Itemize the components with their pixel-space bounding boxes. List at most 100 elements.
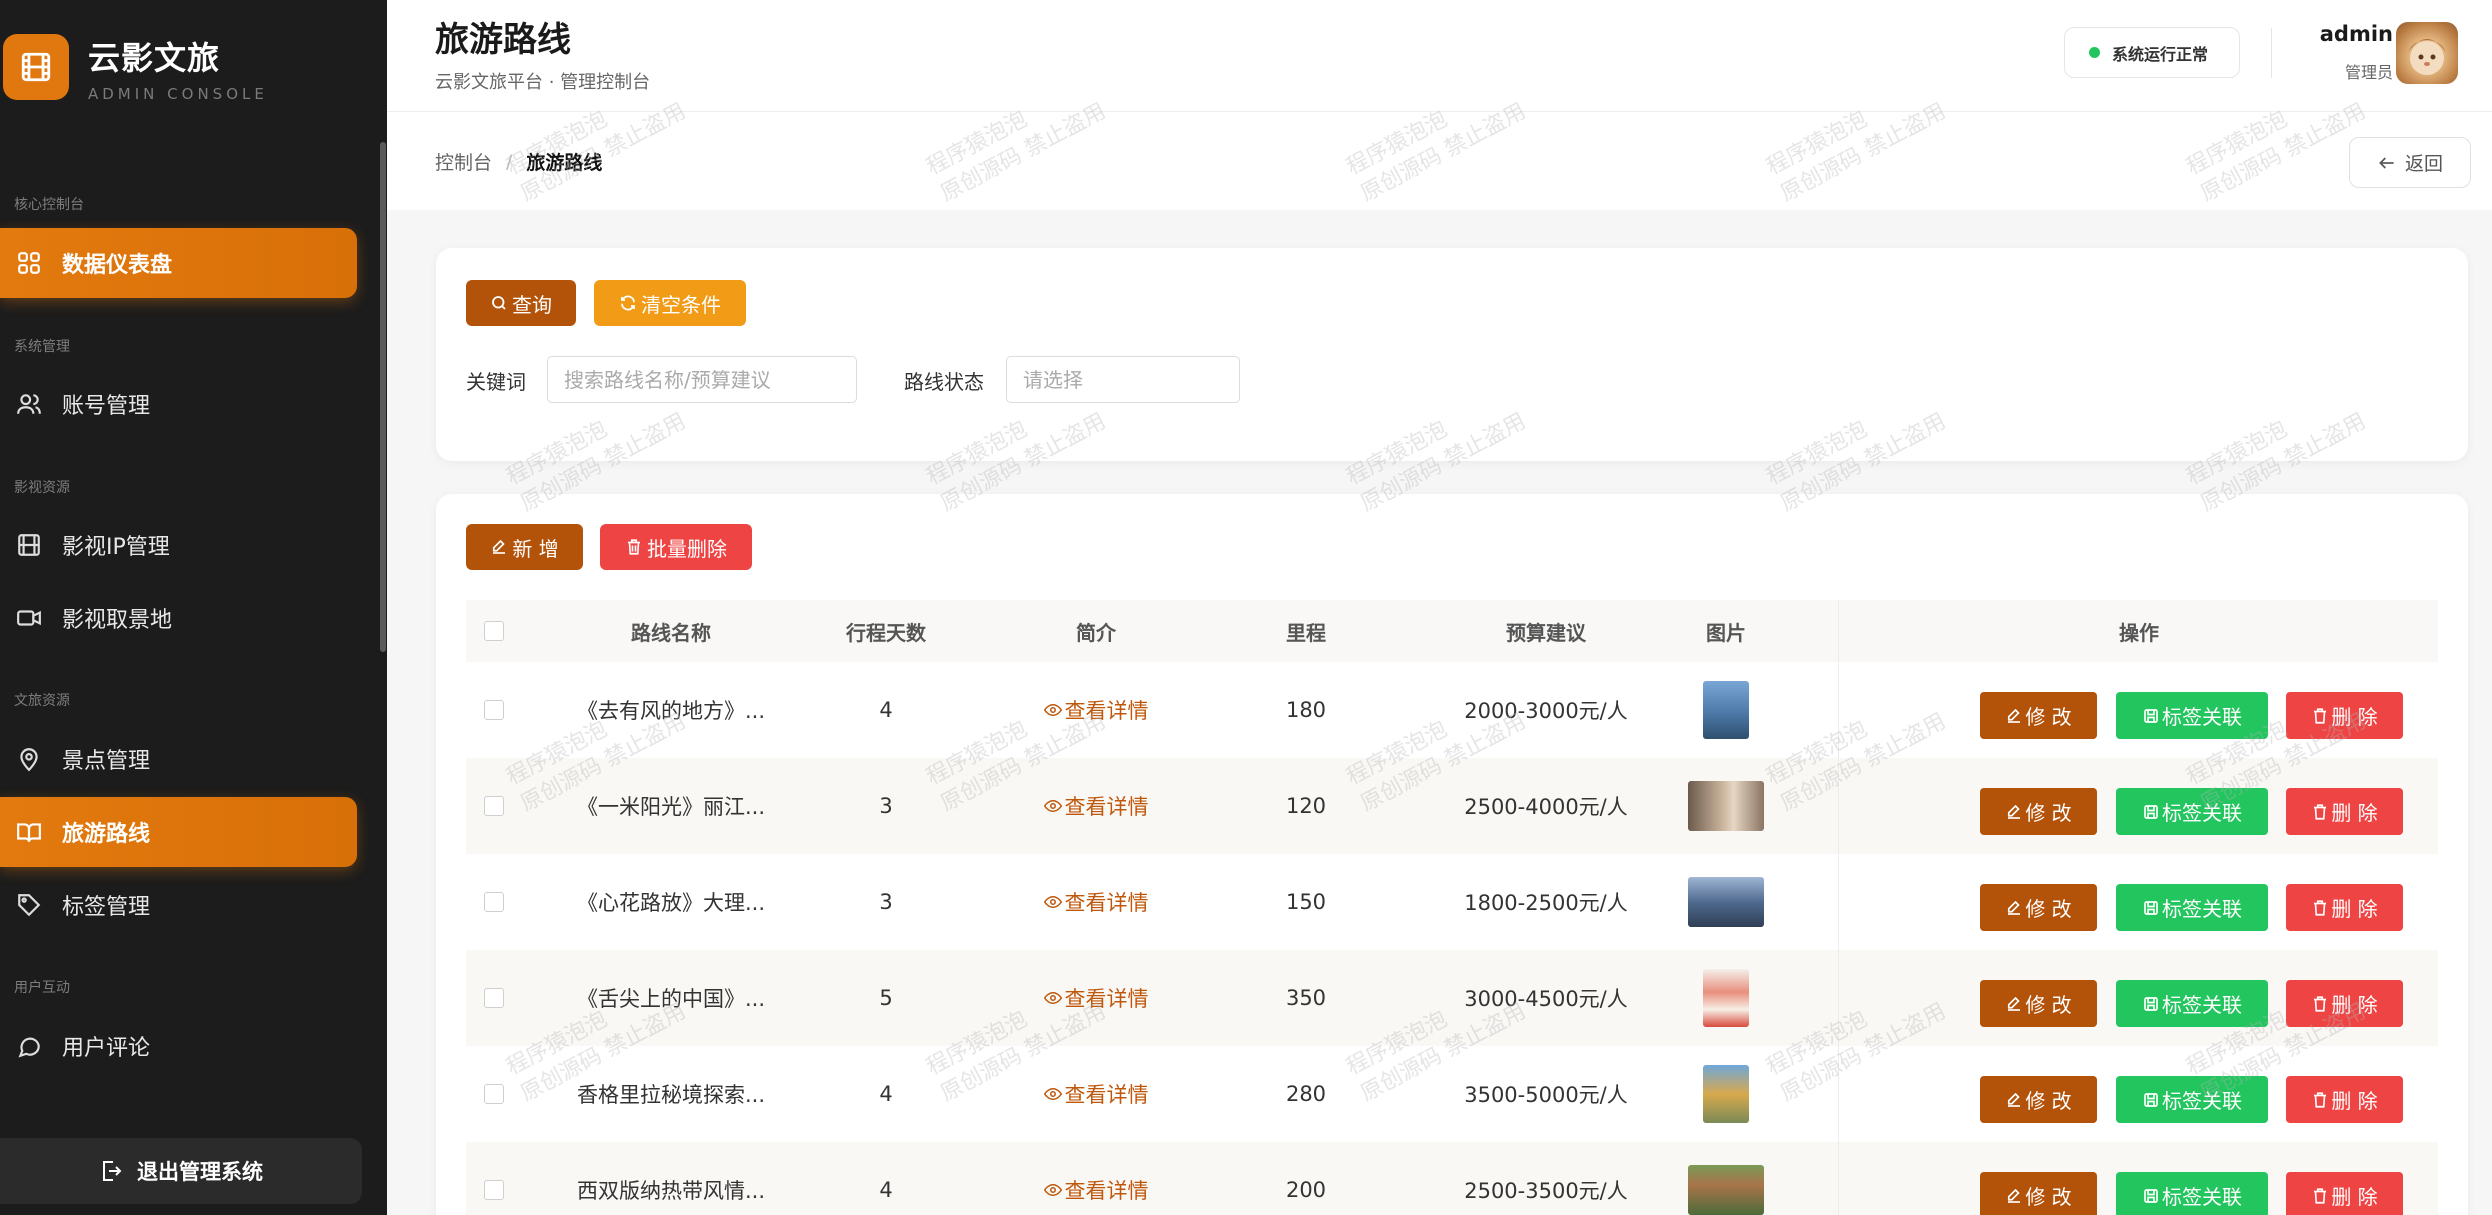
sidebar-item-comments[interactable]: 用户评论 bbox=[0, 1011, 357, 1081]
tag-link-button[interactable]: 标签关联 bbox=[2116, 980, 2268, 1027]
delete-button[interactable]: 删 除 bbox=[2286, 884, 2403, 931]
sidebar-item-dashboard[interactable]: 数据仪表盘 bbox=[0, 228, 357, 298]
sidebar: 云影文旅 ADMIN CONSOLE 核心控制台 数据仪表盘 系统管理 账号管理… bbox=[0, 0, 387, 1215]
select-all-checkbox[interactable] bbox=[484, 621, 504, 641]
detail-cell: 查看详情 bbox=[1006, 1142, 1186, 1215]
delete-button[interactable]: 删 除 bbox=[2286, 1076, 2403, 1123]
route-days: 4 bbox=[879, 1082, 893, 1106]
table-header: 路线名称 行程天数 简介 里程 预算建议 图片 操作 bbox=[466, 600, 2438, 662]
menu-group-label: 影视资源 bbox=[14, 480, 70, 496]
video-icon bbox=[16, 605, 42, 631]
breadcrumb-home[interactable]: 控制台 bbox=[435, 148, 492, 175]
status-text: 系统运行正常 bbox=[2112, 44, 2209, 64]
edit-button[interactable]: 修 改 bbox=[1980, 1076, 2097, 1123]
avatar[interactable] bbox=[2396, 22, 2458, 84]
delete-label: 删 除 bbox=[2331, 1185, 2378, 1209]
edit-button[interactable]: 修 改 bbox=[1980, 884, 2097, 931]
sidebar-item-film-ip[interactable]: 影视IP管理 bbox=[0, 510, 357, 580]
sidebar-item-attractions[interactable]: 景点管理 bbox=[0, 724, 357, 794]
tag-link-label: 标签关联 bbox=[2162, 705, 2242, 729]
view-detail-label: 查看详情 bbox=[1064, 699, 1149, 723]
keyword-input[interactable] bbox=[547, 356, 857, 403]
route-name: 《去有风的地方》... bbox=[576, 699, 766, 723]
route-days: 3 bbox=[879, 890, 893, 914]
delete-button[interactable]: 删 除 bbox=[2286, 980, 2403, 1027]
table-row: 《一米阳光》丽江... 3 查看详情 120 2500-4000元/人 修 改 … bbox=[466, 758, 2438, 854]
row-checkbox[interactable] bbox=[484, 1180, 504, 1200]
route-image[interactable] bbox=[1688, 1165, 1764, 1215]
edit-label: 修 改 bbox=[2025, 801, 2072, 825]
view-detail-link[interactable]: 查看详情 bbox=[1043, 1079, 1149, 1109]
tag-link-button[interactable]: 标签关联 bbox=[2116, 1076, 2268, 1123]
image-cell bbox=[1666, 758, 1786, 854]
view-detail-label: 查看详情 bbox=[1064, 891, 1149, 915]
route-days: 4 bbox=[879, 698, 893, 722]
view-detail-link[interactable]: 查看详情 bbox=[1043, 983, 1149, 1013]
user-role: 管理员 bbox=[2344, 63, 2393, 82]
tag-link-button[interactable]: 标签关联 bbox=[2116, 788, 2268, 835]
table-row: 《去有风的地方》... 4 查看详情 180 2000-3000元/人 修 改 … bbox=[466, 662, 2438, 758]
add-label: 新 增 bbox=[512, 536, 559, 561]
view-detail-link[interactable]: 查看详情 bbox=[1043, 1175, 1149, 1205]
logout-button[interactable]: 退出管理系统 bbox=[0, 1138, 362, 1204]
sidebar-scrollbar[interactable] bbox=[380, 142, 386, 652]
edit-button[interactable]: 修 改 bbox=[1980, 692, 2097, 739]
query-button[interactable]: 查询 bbox=[466, 280, 576, 326]
sidebar-item-accounts[interactable]: 账号管理 bbox=[0, 369, 357, 439]
route-image[interactable] bbox=[1703, 1065, 1749, 1123]
route-image[interactable] bbox=[1703, 681, 1749, 739]
delete-button[interactable]: 删 除 bbox=[2286, 1172, 2403, 1215]
route-image[interactable] bbox=[1703, 969, 1749, 1027]
view-detail-link[interactable]: 查看详情 bbox=[1043, 887, 1149, 917]
menu-group-label: 系统管理 bbox=[14, 339, 70, 355]
status-select[interactable] bbox=[1006, 356, 1240, 403]
breadcrumb-current: 旅游路线 bbox=[526, 152, 603, 174]
table-panel: 新 增 批量删除 路线名称 行程天数 简介 里程 预算建议 图片 操作 《去有风… bbox=[436, 494, 2468, 1215]
column-header: 路线名称 bbox=[631, 620, 711, 645]
image-cell bbox=[1666, 950, 1786, 1046]
dashboard-icon bbox=[16, 250, 42, 276]
tag-link-button[interactable]: 标签关联 bbox=[2116, 884, 2268, 931]
route-days: 3 bbox=[879, 794, 893, 818]
tag-link-button[interactable]: 标签关联 bbox=[2116, 1172, 2268, 1215]
clear-button[interactable]: 清空条件 bbox=[594, 280, 746, 326]
breadcrumb-separator: / bbox=[506, 150, 513, 173]
route-budget: 2500-4000元/人 bbox=[1464, 795, 1628, 819]
edit-button[interactable]: 修 改 bbox=[1980, 1172, 2097, 1215]
detail-cell: 查看详情 bbox=[1006, 950, 1186, 1046]
row-checkbox[interactable] bbox=[484, 892, 504, 912]
edit-label: 修 改 bbox=[2025, 1089, 2072, 1113]
row-checkbox[interactable] bbox=[484, 1084, 504, 1104]
sidebar-item-tags[interactable]: 标签管理 bbox=[0, 870, 357, 940]
edit-button[interactable]: 修 改 bbox=[1980, 788, 2097, 835]
edit-button[interactable]: 修 改 bbox=[1980, 980, 2097, 1027]
delete-button[interactable]: 删 除 bbox=[2286, 788, 2403, 835]
tag-link-button[interactable]: 标签关联 bbox=[2116, 692, 2268, 739]
film-icon bbox=[16, 532, 42, 558]
edit-icon bbox=[2005, 899, 2023, 917]
route-image[interactable] bbox=[1688, 781, 1764, 831]
row-checkbox[interactable] bbox=[484, 988, 504, 1008]
route-image[interactable] bbox=[1688, 877, 1764, 927]
view-detail-link[interactable]: 查看详情 bbox=[1043, 791, 1149, 821]
arrow-left-icon bbox=[2377, 153, 2397, 173]
sidebar-item-label: 标签管理 bbox=[62, 895, 151, 920]
delete-button[interactable]: 删 除 bbox=[2286, 692, 2403, 739]
sidebar-item-routes[interactable]: 旅游路线 bbox=[0, 797, 357, 867]
menu-group-label: 文旅资源 bbox=[14, 693, 70, 709]
row-select-cell bbox=[466, 758, 522, 854]
row-checkbox[interactable] bbox=[484, 796, 504, 816]
search-icon bbox=[490, 294, 508, 312]
sidebar-item-film-locations[interactable]: 影视取景地 bbox=[0, 583, 357, 653]
row-checkbox[interactable] bbox=[484, 700, 504, 720]
delete-label: 删 除 bbox=[2331, 705, 2378, 729]
back-button[interactable]: 返回 bbox=[2349, 137, 2471, 188]
batch-delete-button[interactable]: 批量删除 bbox=[600, 524, 752, 570]
tag-link-label: 标签关联 bbox=[2162, 1089, 2242, 1113]
trash-icon bbox=[2311, 995, 2329, 1013]
tag-link-label: 标签关联 bbox=[2162, 993, 2242, 1017]
add-button[interactable]: 新 增 bbox=[466, 524, 583, 570]
logout-icon bbox=[99, 1159, 123, 1183]
view-detail-link[interactable]: 查看详情 bbox=[1043, 695, 1149, 725]
view-detail-label: 查看详情 bbox=[1064, 1179, 1149, 1203]
